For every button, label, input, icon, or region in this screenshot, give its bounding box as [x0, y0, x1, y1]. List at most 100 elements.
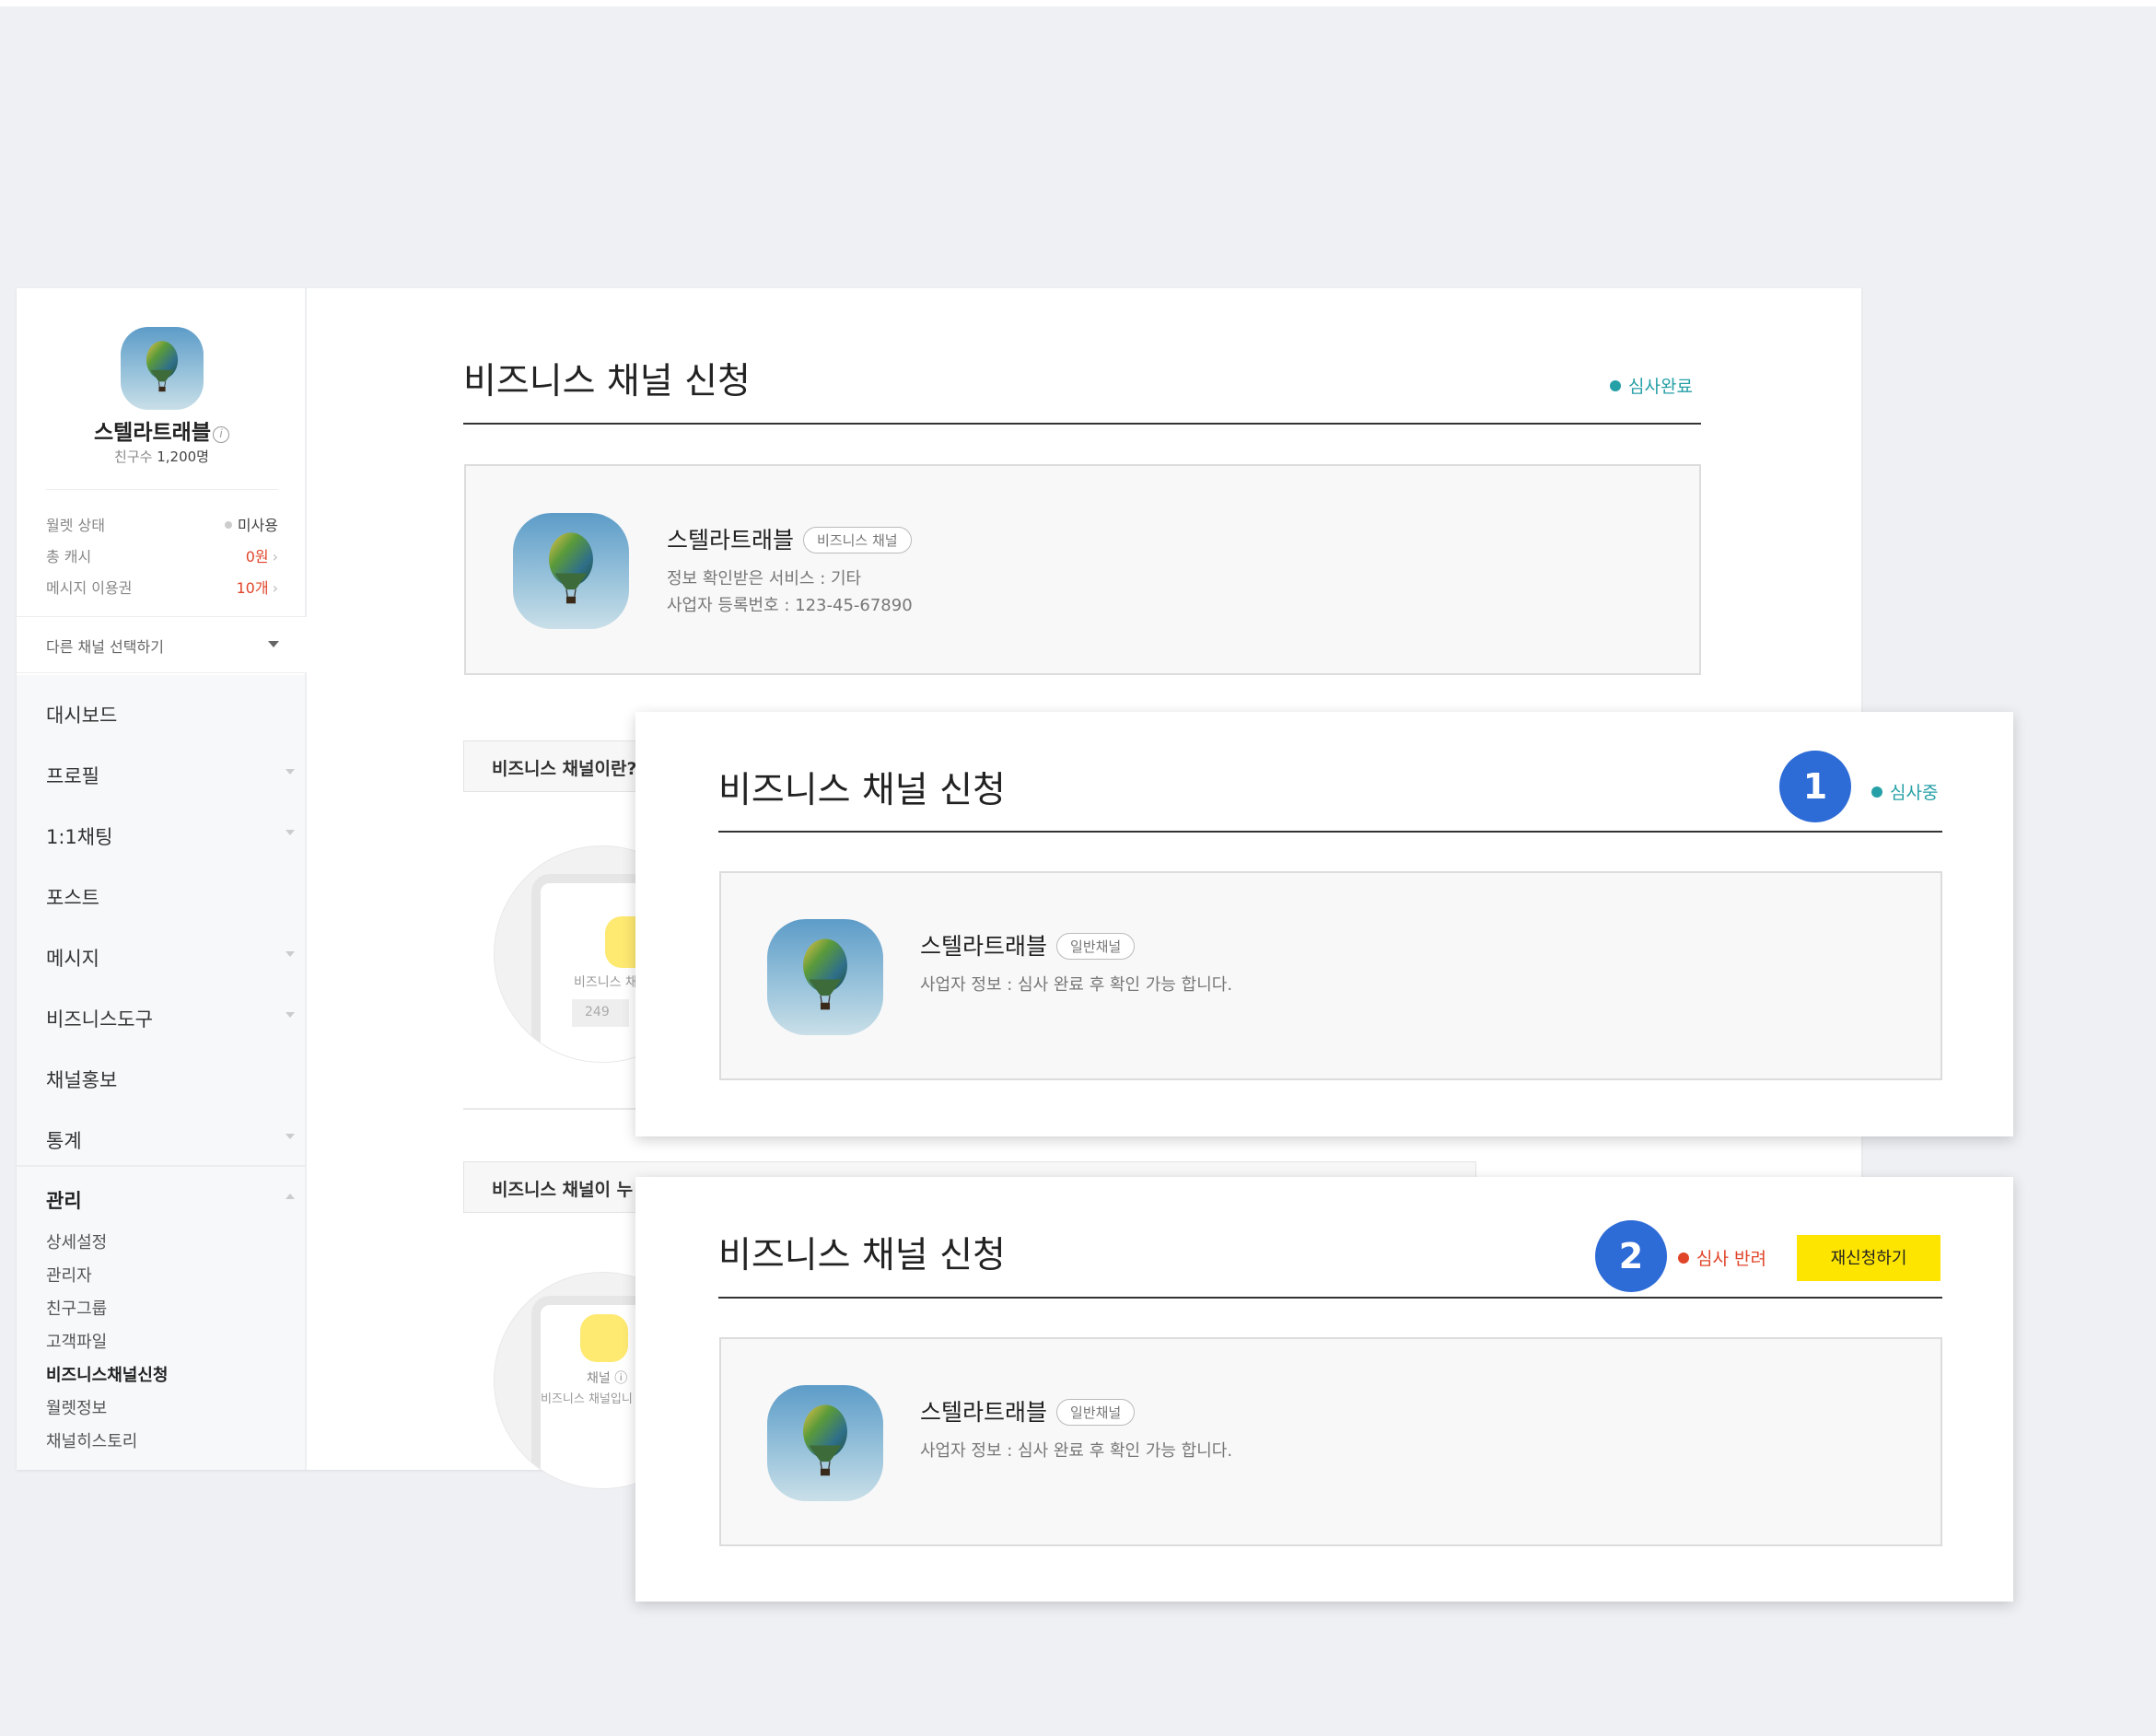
cash-value: 0원 [245, 548, 269, 565]
sidebar-item-business-tools[interactable]: 비즈니스도구 [46, 1005, 295, 1032]
nav-label: 관리 [46, 1190, 82, 1212]
chevron-down-icon [268, 641, 279, 647]
channel-card: 스텔라트래블 일반채널 사업자 정보 : 심사 완료 후 확인 가능 합니다. [719, 871, 1942, 1080]
card-name-text: 스텔라트래블 [920, 933, 1048, 960]
channel-type-badge: 일반채널 [1056, 1399, 1136, 1426]
submenu-channel-history[interactable]: 채널히스토리 [46, 1428, 137, 1452]
card-channel-name: 스텔라트래블 비즈니스 채널 [667, 522, 912, 555]
balloon-image [767, 1385, 883, 1501]
balloon-image [513, 513, 629, 629]
stat-label: 메시지 이용권 [46, 579, 133, 597]
ticket-value: 10개 [236, 579, 269, 597]
title-underline [718, 1297, 1942, 1299]
friends-value: 1,200명 [157, 449, 209, 465]
channel-type-badge: 일반채널 [1056, 933, 1136, 960]
stat-value: 미사용 [224, 513, 278, 535]
submenu-friend-group[interactable]: 친구그룹 [46, 1296, 107, 1320]
sidebar-item-stats[interactable]: 통계 [46, 1126, 295, 1154]
sidebar-item-promotion[interactable]: 채널홍보 [46, 1066, 295, 1093]
stat-value: 10개 › [237, 576, 279, 598]
info-icon[interactable]: i [212, 426, 229, 443]
stat-cash[interactable]: 총 캐시 0원 › [46, 544, 278, 565]
channel-name: 스텔라트래블 i [17, 414, 307, 446]
review-pending-panel: 비즈니스 채널 신청 1 심사중 스텔라트래블 일반채널 사업자 정보 : 심사 … [635, 712, 2013, 1136]
step-number-badge: 1 [1779, 751, 1851, 822]
sidebar-item-post[interactable]: 포스트 [46, 883, 295, 911]
panel-title: 비즈니스 채널 신청 [718, 1235, 1006, 1276]
stat-wallet: 월렛 상태 미사용 [46, 513, 278, 535]
nav-label: 채널홍보 [46, 1069, 118, 1091]
sidebar-item-profile[interactable]: 프로필 [46, 762, 295, 789]
channel-select-dropdown[interactable]: 다른 채널 선택하기 [17, 616, 307, 673]
service-info: 정보 확인받은 서비스 : 기타 [667, 569, 862, 588]
review-rejected-panel: 비즈니스 채널 신청 2 심사 반려 재신청하기 스텔라트래블 일반채널 사업자 … [635, 1177, 2013, 1602]
submenu-business-channel[interactable]: 비즈니스채널신청 [46, 1362, 168, 1386]
section-title: 비즈니스 채널이 누 [492, 1180, 634, 1200]
chevron-right-icon: › [272, 579, 278, 597]
caret-down-icon [286, 1012, 295, 1018]
submenu-admin[interactable]: 관리자 [46, 1263, 92, 1287]
illustration-text: 비즈니스 채 [574, 975, 637, 990]
channel-name-text: 스텔라트래블 [94, 421, 211, 445]
submenu-detail-settings[interactable]: 상세설정 [46, 1229, 107, 1253]
status-dot-icon [224, 521, 232, 529]
nav-label: 대시보드 [46, 705, 118, 727]
sidebar-item-dashboard[interactable]: 대시보드 [46, 701, 295, 728]
stat-label: 총 캐시 [46, 548, 92, 565]
card-description: 사업자 정보 : 심사 완료 후 확인 가능 합니다. [920, 1441, 1233, 1461]
sidebar-item-chat[interactable]: 1:1채팅 [46, 822, 295, 850]
caret-down-icon [286, 1134, 295, 1139]
channel-avatar[interactable] [121, 327, 204, 410]
status-badge: 심사완료 [1610, 373, 1693, 398]
status-badge: 심사 반려 [1678, 1245, 1766, 1270]
nav-label: 포스트 [46, 887, 99, 909]
balloon-image [121, 327, 204, 410]
title-underline [718, 831, 1942, 833]
card-description: 사업자 정보 : 심사 완료 후 확인 가능 합니다. [920, 975, 1233, 995]
title-underline [463, 423, 1701, 425]
illustration-text: 채널 ⓘ [587, 1369, 627, 1387]
card-channel-name: 스텔라트래블 일반채널 [920, 928, 1136, 961]
caret-down-icon [286, 769, 295, 775]
panel-title: 비즈니스 채널 신청 [718, 770, 1006, 811]
stat-value: 0원 › [246, 544, 278, 566]
channel-card: 스텔라트래블 비즈니스 채널 정보 확인받은 서비스 : 기타 사업자 등록번호 … [464, 464, 1701, 675]
stat-message-ticket[interactable]: 메시지 이용권 10개 › [46, 576, 279, 598]
reapply-button[interactable]: 재신청하기 [1797, 1235, 1940, 1281]
page-title: 비즈니스 채널 신청 [463, 361, 751, 402]
channel-select-label: 다른 채널 선택하기 [46, 638, 164, 656]
card-avatar [513, 513, 629, 629]
status-badge: 심사중 [1871, 779, 1938, 804]
card-name-text: 스텔라트래블 [920, 1399, 1048, 1426]
channel-type-badge: 비즈니스 채널 [803, 527, 912, 553]
menu-divider [17, 1165, 305, 1167]
sidebar-item-message[interactable]: 메시지 [46, 944, 295, 972]
card-channel-name: 스텔라트래블 일반채널 [920, 1394, 1136, 1427]
card-avatar [767, 1385, 883, 1501]
sidebar-item-manage[interactable]: 관리 [46, 1186, 295, 1214]
submenu-wallet-info[interactable]: 월렛정보 [46, 1395, 107, 1419]
section-title: 비즈니스 채널이란? [492, 759, 637, 779]
status-dot-icon [1678, 1252, 1689, 1264]
channel-card: 스텔라트래블 일반채널 사업자 정보 : 심사 완료 후 확인 가능 합니다. [719, 1337, 1942, 1546]
channel-icon [580, 1314, 628, 1362]
nav-label: 프로필 [46, 765, 99, 787]
divider [46, 489, 278, 490]
status-dot-icon [1610, 380, 1621, 391]
nav-label: 1:1채팅 [46, 826, 113, 848]
nav-label: 메시지 [46, 948, 99, 970]
illustration-number: 249 [572, 999, 629, 1027]
nav-label: 비즈니스도구 [46, 1008, 153, 1031]
balloon-image [767, 919, 883, 1035]
status-text: 심사 반려 [1696, 1249, 1766, 1269]
submenu-customer-file[interactable]: 고객파일 [46, 1329, 107, 1353]
card-avatar [767, 919, 883, 1035]
nav-label: 통계 [46, 1130, 82, 1152]
step-number-badge: 2 [1595, 1220, 1667, 1292]
illustration-label: 채널 [587, 1371, 611, 1386]
stat-label: 월렛 상태 [46, 517, 105, 534]
business-number: 사업자 등록번호 : 123-45-67890 [667, 596, 913, 615]
caret-down-icon [286, 951, 295, 957]
status-text: 심사중 [1890, 783, 1939, 803]
sidebar: 스텔라트래블 i 친구수 1,200명 월렛 상태 미사용 총 캐시 0원 › 메시… [17, 288, 307, 1470]
